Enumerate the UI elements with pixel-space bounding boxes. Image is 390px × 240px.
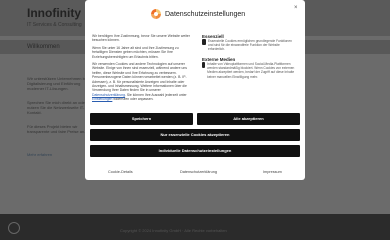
consent-logo-icon [151,9,161,19]
settings-link[interactable]: Einstellungen [92,97,112,101]
intro-text: Wir verwenden Cookies und andere Technol… [92,62,195,102]
category-essential: Essenziell Essenzielle Cookies ermöglich… [202,33,297,52]
imprint-link[interactable]: Impressum [263,170,282,174]
category-external-media: Externe Medien Inhalte von Videoplattfor… [202,56,297,79]
footer-copyright: Copyright © 2024 Innofinity GmbH · Alle … [120,228,227,233]
intro-text: Wenn Sie unter 16 Jahre alt sind und Ihr… [92,46,179,59]
essential-only-button[interactable]: Nur essenzielle Cookies akzeptieren [90,129,300,141]
close-icon[interactable]: × [294,5,298,11]
individual-settings-button[interactable]: Individuelle Datenschutzeinstellungen [90,145,300,157]
site-footer [0,214,390,240]
privacy-policy-footer-link[interactable]: Datenschutzerklärung [180,170,217,174]
privacy-modal: Datenschutzeinstellungen × Wir benötigen… [85,0,305,180]
privacy-policy-link[interactable]: Datenschutzerklärung [92,93,125,97]
category-title: Essenziell [202,33,224,39]
privacy-settings-icon[interactable] [8,222,20,234]
category-description: Inhalte von Videoplattformen und Social-… [207,62,295,79]
category-title: Externe Medien [202,56,236,62]
intro-text: Wir benötigen Ihre Zustimmung, bevor Sie… [92,34,190,43]
category-description: Essenzielle Cookies ermöglichen grundleg… [208,39,292,52]
save-button[interactable]: Speichern [90,113,193,125]
external-media-checkbox[interactable] [202,62,206,68]
essential-checkbox[interactable] [202,39,207,45]
modal-title: Datenschutzeinstellungen [165,11,246,18]
intro-text-body: . Sie können Ihre Auswahl jederzeit unte… [124,92,187,97]
site-brand[interactable]: Innofinity [27,6,81,20]
nav-item-welcome[interactable]: Willkommen [27,44,60,50]
intro-text-body: widerrufen oder anpassen. [113,97,154,102]
cookie-details-link[interactable]: Cookie-Details [108,170,133,174]
accept-all-button[interactable]: Alle akzeptieren [197,113,300,125]
intro-text-body: Wir verwenden Cookies und andere Technol… [92,62,187,93]
site-tagline: IT Services & Consulting [27,22,82,28]
